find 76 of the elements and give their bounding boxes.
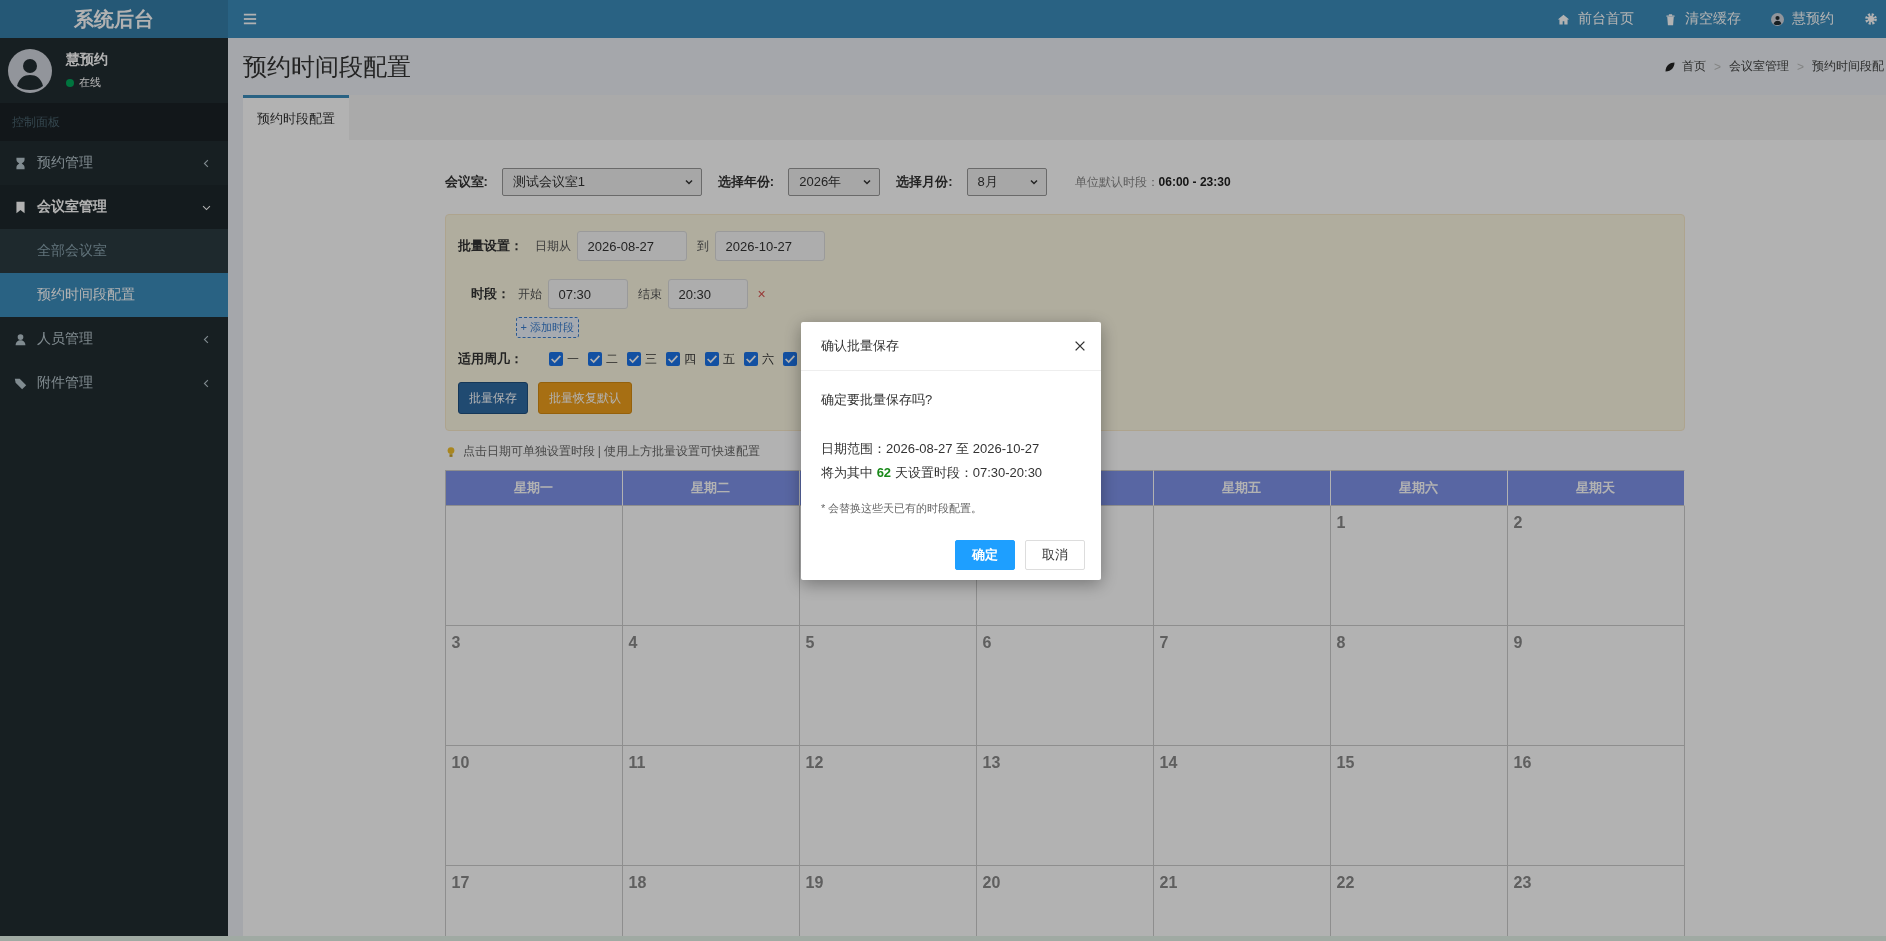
weekday-label: 一 [566, 350, 579, 368]
sidebar-menu-item[interactable]: 人员管理 [0, 317, 228, 361]
time-input[interactable]: 20:30 [667, 279, 748, 309]
calendar-day-cell[interactable]: 10 [445, 746, 623, 866]
topbar-link[interactable]: 清空缓存 [1664, 10, 1741, 28]
field-label: 到 [696, 237, 709, 255]
weekday-label: 五 [722, 350, 735, 368]
dialog-message: 确定要批量保存吗? [821, 391, 934, 409]
weekday-label: 四 [683, 350, 696, 368]
breadcrumb-link[interactable]: 预约时间段配 [1812, 58, 1884, 75]
calendar-day-cell[interactable]: 12 [799, 746, 977, 866]
breadcrumb-link[interactable]: 首页 [1681, 58, 1706, 75]
calendar-day-cell[interactable]: 2 [1507, 506, 1685, 626]
status-text: 在线 [79, 75, 101, 90]
page-title: 预约时间段配置 [243, 51, 411, 82]
weekday-heading: 星期一 [445, 470, 623, 506]
sidebar-submenu-item[interactable]: 全部会议室 [0, 229, 228, 273]
summary-text: 将为其中 62 天设置时段：07:30-20:30 [821, 464, 1044, 482]
remove-slot-button[interactable]: × [757, 286, 766, 302]
month-select[interactable]: 8月 [966, 168, 1047, 196]
breadcrumb-separator: > [1713, 59, 1721, 74]
sidebar-menu-item[interactable]: 附件管理 [0, 361, 228, 405]
field-label: 会议室: [444, 173, 488, 191]
tab[interactable]: 预约时段配置 [243, 95, 349, 140]
calendar-day-cell[interactable]: 16 [1507, 746, 1685, 866]
dialog-title: 确认批量保存 [821, 337, 899, 355]
batch-label: 批量设置： [457, 237, 523, 255]
add-slot-button[interactable]: + 添加时段 [515, 317, 579, 338]
hint-text: 点击日期可单独设置时段 | 使用上方批量设置可快速配置 [462, 443, 761, 460]
weekday-label: 二 [605, 350, 618, 368]
restore-defaults-button[interactable]: 批量恢复默认 [537, 382, 632, 414]
sidebar-menu-item[interactable]: 预约管理 [0, 141, 228, 185]
time-input[interactable]: 07:30 [547, 279, 628, 309]
breadcrumb-link[interactable]: 会议室管理 [1729, 58, 1789, 75]
weekday-label: 三 [644, 350, 657, 368]
weekday-heading: 星期天 [1507, 470, 1685, 506]
field-label: 日期从 [534, 237, 571, 255]
calendar-day-cell[interactable]: 7 [1153, 626, 1331, 746]
cancel-button[interactable]: 取消 [1025, 540, 1085, 570]
field-label: 结束 [637, 285, 662, 303]
calendar-day-cell[interactable]: 15 [1330, 746, 1508, 866]
slots-label: 时段： [469, 285, 510, 303]
topbar-link[interactable]: 前台首页 [1557, 10, 1634, 28]
user-menu[interactable]: 慧预约 [1771, 10, 1834, 28]
calendar-day-cell[interactable]: 13 [976, 746, 1154, 866]
date-input[interactable]: 2026-08-27 [576, 231, 687, 261]
confirm-button[interactable]: 确定 [955, 540, 1015, 570]
calendar-day-cell[interactable]: 4 [622, 626, 800, 746]
calendar-day-cell[interactable]: 9 [1507, 626, 1685, 746]
calendar-day-cell[interactable]: 1 [1330, 506, 1508, 626]
default-hours-text: 单位默认时段：06:00 - 23:30 [1074, 173, 1231, 191]
calendar-day-cell[interactable]: 6 [976, 626, 1154, 746]
weekday-label: 六 [761, 350, 774, 368]
calendar-day-cell[interactable]: 3 [445, 626, 623, 746]
calendar-day-cell[interactable]: 14 [1153, 746, 1331, 866]
calendar-day-cell[interactable]: 8 [1330, 626, 1508, 746]
calendar-day-cell[interactable]: 11 [622, 746, 800, 866]
dialog-note: * 会替换这些天已有的时段配置。 [821, 501, 984, 516]
date-range-text: 日期范围：2026-08-27 至 2026-10-27 [821, 440, 1041, 458]
save-button[interactable]: 批量保存 [457, 382, 528, 414]
sidebar-submenu-item[interactable]: 预约时间段配置 [0, 273, 228, 317]
date-input[interactable]: 2026-10-27 [714, 231, 825, 261]
weekdays-label: 适用周几： [457, 350, 524, 368]
field-label: 选择月份: [896, 173, 953, 191]
weekday-heading: 星期二 [622, 470, 800, 506]
user-name: 慧预约 [66, 51, 108, 69]
field-label: 开始 [517, 285, 542, 303]
room-select[interactable]: 测试会议室1 [501, 168, 702, 196]
weekday-heading: 星期六 [1330, 470, 1508, 506]
year-select[interactable]: 2026年 [788, 168, 881, 196]
calendar-day-cell[interactable]: 5 [799, 626, 977, 746]
sidebar-menu-item[interactable]: 会议室管理 [0, 185, 228, 229]
weekday-heading: 星期五 [1153, 470, 1331, 506]
breadcrumb-separator: > [1797, 59, 1804, 74]
app-logo: 系统后台 [0, 0, 228, 38]
field-label: 选择年份: [717, 173, 775, 191]
